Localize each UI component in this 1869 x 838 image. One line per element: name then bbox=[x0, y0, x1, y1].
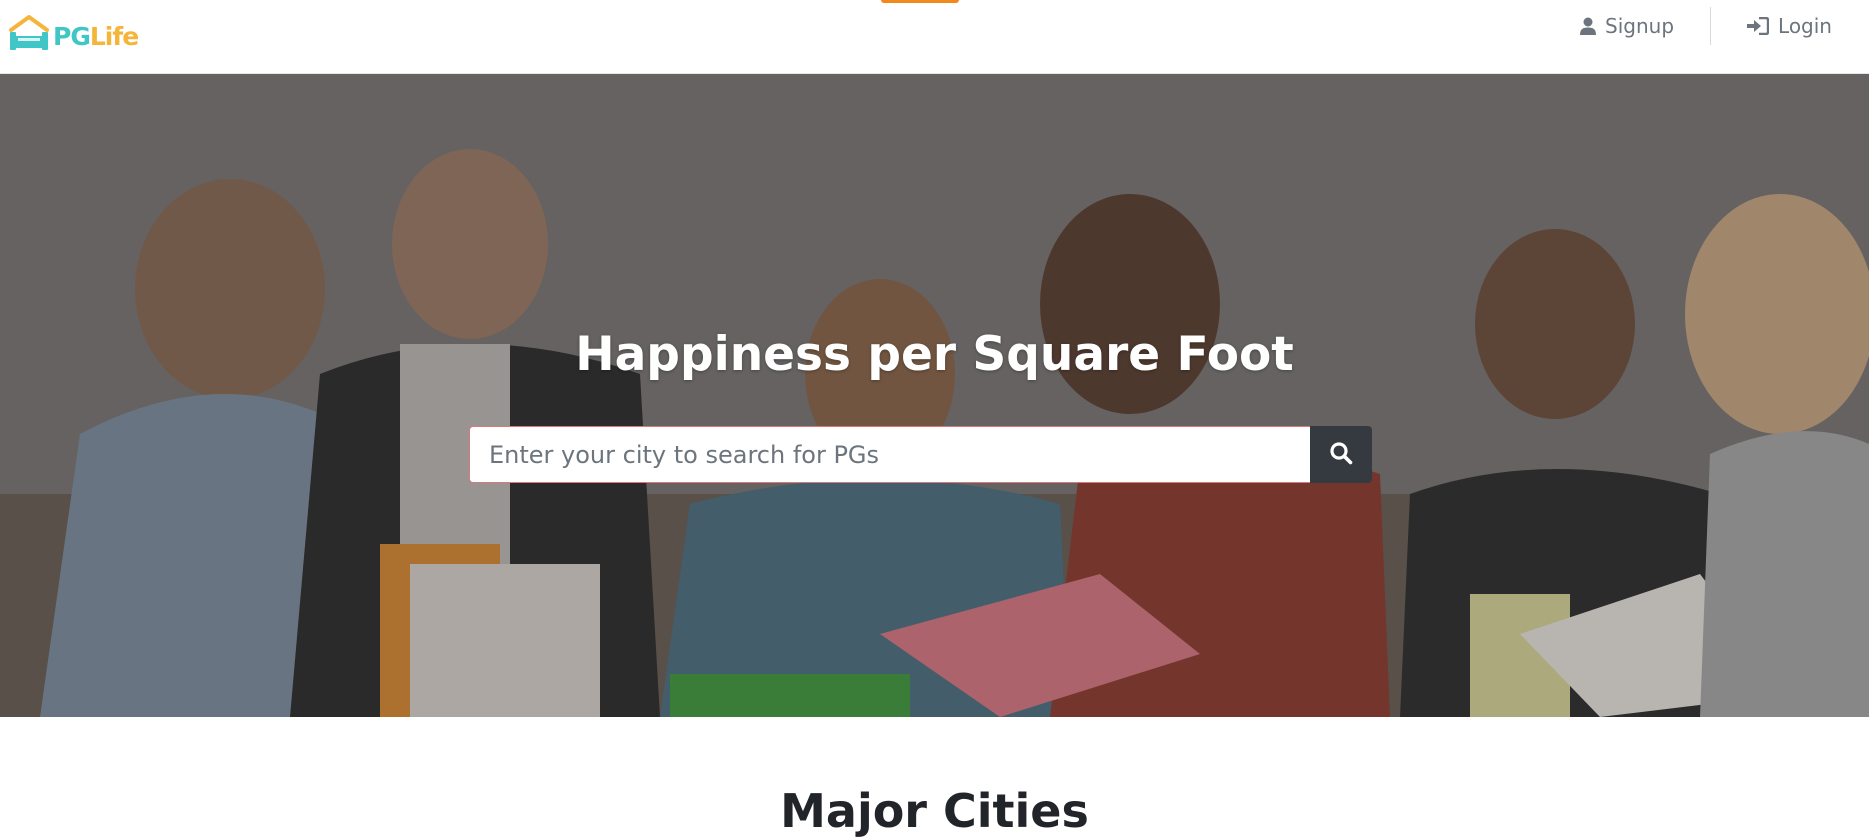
brand-name: PGLife bbox=[53, 22, 139, 51]
login-link[interactable]: Login bbox=[1747, 14, 1832, 38]
search-button[interactable] bbox=[1310, 426, 1372, 483]
house-logo-icon bbox=[9, 15, 49, 50]
top-accent-tab bbox=[881, 0, 959, 3]
login-label: Login bbox=[1778, 14, 1832, 38]
navbar: PGLife Signup Login bbox=[0, 0, 1869, 74]
hero-banner: Happiness per Square Foot bbox=[0, 74, 1869, 717]
nav-links: Signup Login bbox=[1580, 0, 1832, 52]
hero-overlay bbox=[0, 74, 1869, 717]
search-icon bbox=[1329, 441, 1353, 468]
signup-link[interactable]: Signup bbox=[1580, 14, 1674, 38]
brand-name-life: Life bbox=[89, 22, 139, 51]
brand-name-pg: PG bbox=[53, 22, 91, 51]
signup-label: Signup bbox=[1605, 14, 1675, 38]
nav-divider bbox=[1710, 7, 1712, 45]
brand-logo[interactable]: PGLife bbox=[7, 6, 139, 54]
city-search-form bbox=[469, 426, 1372, 483]
user-icon bbox=[1580, 17, 1597, 35]
major-cities-title: Major Cities bbox=[780, 784, 1089, 838]
city-search-input[interactable] bbox=[469, 426, 1310, 483]
hero-title: Happiness per Square Foot bbox=[575, 327, 1294, 382]
sign-in-icon bbox=[1747, 17, 1770, 35]
